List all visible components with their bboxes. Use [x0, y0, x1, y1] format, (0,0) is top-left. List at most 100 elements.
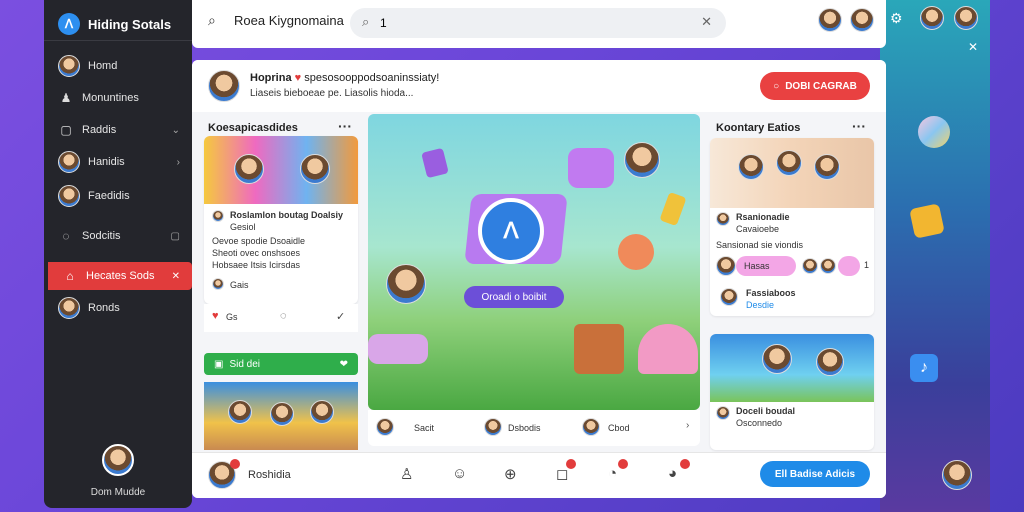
bubble-decoration — [918, 116, 950, 148]
crowd-image — [204, 382, 358, 450]
avatar — [776, 150, 802, 176]
hero-button[interactable]: Oroadi o boibit — [464, 286, 564, 308]
avatar — [484, 418, 502, 436]
card-name: Roslamlon boutag Doalsiy — [230, 210, 344, 220]
post-author: Hoprina ♥ spesosooppodsoaninssiaty! — [250, 72, 439, 84]
sidebar-item-faedidis[interactable]: Faedidis — [44, 182, 192, 210]
avatar — [212, 278, 224, 290]
right-card-1[interactable]: Rsanionadie Cavaioebe Sansionad sie vion… — [710, 138, 874, 316]
box-icon: ▢ — [60, 123, 72, 137]
likes-count: Gs — [226, 312, 238, 322]
share-icon[interactable]: ✓ — [336, 310, 345, 323]
sidebar-profile[interactable]: Dom Mudde — [44, 444, 192, 500]
sidebar-item-raddis[interactable]: ▢ Raddis ⌄ — [44, 116, 192, 144]
post-image — [710, 138, 874, 208]
profile-name: Dom Mudde — [90, 487, 146, 498]
count-pill — [838, 256, 860, 276]
sidebar-item-sodcitis[interactable]: ◌ Sodcitis ▢ — [44, 222, 192, 250]
search-icon[interactable]: ⌕ — [208, 12, 216, 29]
chat-icon[interactable]: ◻ — [556, 465, 568, 483]
sidebar-item-label: Hecates Sods — [86, 270, 155, 282]
sidebar: ᐱ Hiding Sotals Homd ♟ Monuntines ▢ Radd… — [44, 0, 192, 508]
avatar[interactable] — [920, 6, 944, 30]
sidebar-item-label: Homd — [88, 60, 118, 72]
cta-label: DOBI CAGRAB — [785, 80, 857, 92]
emoji-icon[interactable]: ☺ — [452, 465, 467, 482]
sidebar-item-label: Ronds — [88, 302, 120, 314]
avatar — [762, 344, 792, 374]
notification-badge — [230, 459, 240, 469]
sidebar-item-label: Raddis — [82, 124, 117, 136]
left-card-1[interactable]: Roslamlon boutag Doalsiy Gesiol Oevoe sp… — [204, 136, 358, 304]
avatar[interactable] — [850, 8, 874, 32]
avatar — [624, 142, 660, 178]
avatar — [802, 258, 818, 274]
home-icon: ⌂ — [66, 269, 74, 283]
search-box[interactable]: ⌕ ✕ — [350, 8, 726, 38]
post-header: Hoprina ♥ spesosooppodsoaninssiaty! Lias… — [192, 60, 886, 112]
notification-badge — [566, 459, 576, 469]
action-button[interactable]: Ell Badise Adicis — [760, 461, 870, 487]
hero-footer-item-3[interactable]: Cbod — [608, 423, 630, 433]
card-body-2: Sheoti ovec onshsoes — [212, 248, 301, 258]
chat-icon: ◌ — [62, 229, 70, 243]
more-icon[interactable]: ··· — [852, 118, 866, 134]
card-body-3: Hobsaee Itsis Icirsdas — [212, 260, 301, 270]
avatar[interactable] — [208, 70, 240, 102]
hero-button-label: Oroadi o boibit — [481, 291, 547, 303]
chevron-right-icon[interactable]: › — [686, 420, 689, 431]
brand[interactable]: ᐱ Hiding Sotals — [44, 0, 192, 40]
user-icon[interactable]: ♙ — [400, 465, 413, 483]
sidebar-item-monuntines[interactable]: ♟ Monuntines — [44, 84, 192, 112]
notification-badge — [618, 459, 628, 469]
cta-button[interactable]: ○ DOBI CAGRAB — [760, 72, 870, 100]
comment-icon[interactable]: ◌ — [280, 310, 287, 322]
close-icon[interactable]: ✕ — [968, 40, 978, 54]
tag-pill[interactable]: Hasas — [736, 256, 796, 276]
heart-icon: ❤ — [339, 358, 348, 370]
avatar — [720, 288, 738, 306]
avatar — [310, 400, 334, 424]
card-decoration — [909, 203, 945, 239]
post-description: Liaseis bieboeae pe. Liasolis hioda... — [250, 88, 414, 99]
sidebar-item-hecates-sods[interactable]: ⌂ Hecates Sods ✕ — [48, 262, 192, 290]
settings-icon[interactable]: ⚙ — [890, 10, 903, 27]
heart-icon[interactable]: ♥ — [212, 310, 219, 322]
sidebar-item-label: Monuntines — [82, 92, 139, 104]
green-banner[interactable]: ▣ Sid dei ❤ — [204, 353, 358, 375]
avatar — [58, 185, 80, 207]
right-card-2[interactable]: Doceli boudal Osconnedo — [710, 334, 874, 450]
avatar — [58, 297, 80, 319]
left-card-1-actions: ♥ Gs ◌ ✓ — [204, 304, 358, 332]
post-line-1: spesosooppodsoaninssiaty! — [304, 72, 440, 84]
hero-footer-item-1[interactable]: Sacit — [414, 423, 434, 433]
character-decoration — [618, 234, 654, 270]
sidebar-item-homd[interactable]: Homd — [44, 52, 192, 80]
circle-icon: ○ — [773, 80, 780, 92]
avatar[interactable] — [954, 6, 978, 30]
sidebar-item-hanidis[interactable]: Hanidis › — [44, 148, 192, 176]
more-icon[interactable]: ··· — [338, 118, 352, 134]
card-sub: Cavaioebe — [736, 224, 780, 234]
search-input[interactable] — [380, 13, 680, 33]
post-image — [204, 136, 358, 204]
chevron-right-icon: › — [176, 156, 180, 168]
post-author-name: Hoprina — [250, 72, 292, 84]
box-icon: ▢ — [170, 230, 180, 242]
avatar — [300, 154, 330, 184]
avatar — [102, 444, 134, 476]
avatar — [716, 256, 736, 276]
avatar — [816, 348, 844, 376]
footer-name: Fassiaboos — [746, 288, 796, 298]
avatar[interactable] — [818, 8, 842, 32]
people-icon: ♟ — [60, 91, 72, 105]
profile-icon[interactable]: ◕ — [668, 465, 677, 482]
add-icon[interactable]: ⊕ — [504, 465, 517, 483]
sidebar-item-ronds[interactable]: Ronds — [44, 294, 192, 322]
clear-icon[interactable]: ✕ — [701, 14, 712, 30]
avatar[interactable] — [942, 460, 972, 490]
avatar — [716, 212, 730, 226]
page-title: Roea Kiygnomaina — [234, 13, 344, 28]
bell-icon[interactable]: ◔ — [608, 465, 617, 482]
hero-footer-item-2[interactable]: Dsbodis — [508, 423, 541, 433]
